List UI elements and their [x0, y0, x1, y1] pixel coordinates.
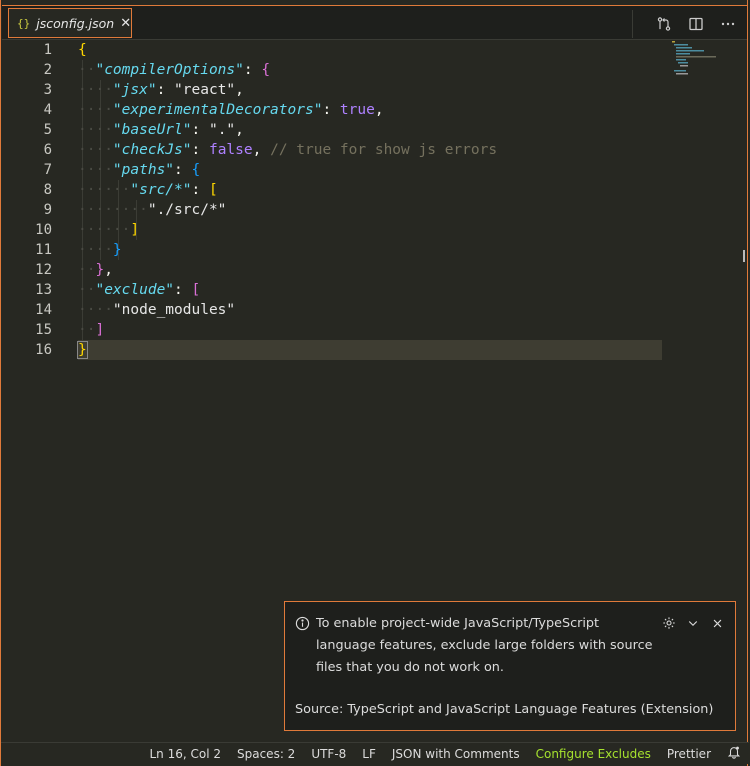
- editor-window: {} jsconfig.json ✕ 1 {2 ··"compilerOpti…: [0, 0, 749, 766]
- notification-source: Source: TypeScript and JavaScript Langua…: [295, 702, 714, 717]
- code-text: ······]: [78, 222, 140, 238]
- line-number: 10: [35, 222, 52, 238]
- code-line: 6 ····"checkJs": false, // true for show…: [2, 140, 747, 160]
- status-bar: Ln 16, Col 2 Spaces: 2 UTF-8 LF JSON wit…: [1, 742, 749, 764]
- code-line: 13 ··"exclude": [: [2, 280, 747, 300]
- code-text: ··"compilerOptions": {: [78, 62, 271, 78]
- line-number: 11: [35, 242, 52, 258]
- code-line: 12 ··},: [2, 260, 747, 280]
- code-line: 9 ········"./src/*": [2, 200, 747, 220]
- code-text: ····"checkJs": false, // true for show j…: [78, 142, 498, 158]
- close-icon[interactable]: [709, 615, 725, 631]
- indentation[interactable]: Spaces: 2: [237, 747, 295, 761]
- gear-icon[interactable]: [661, 615, 677, 631]
- source-control-compare-icon[interactable]: [653, 13, 675, 35]
- code-text: ····"baseUrl": ".",: [78, 122, 244, 138]
- code-text: ····"node_modules": [78, 302, 236, 318]
- line-number: 5: [43, 122, 52, 138]
- line-number: 1: [43, 42, 52, 58]
- code-line: 10 ······]: [2, 220, 747, 240]
- line-number: 9: [43, 202, 52, 218]
- split-editor-icon[interactable]: [685, 13, 707, 35]
- cursor-position[interactable]: Ln 16, Col 2: [149, 747, 221, 761]
- code-line: 2 ··"compilerOptions": {: [2, 60, 747, 80]
- code-line: 16 }: [2, 340, 747, 360]
- code-text: ····"experimentalDecorators": true,: [78, 102, 384, 118]
- line-number: 4: [43, 102, 52, 118]
- code-line: 4 ····"experimentalDecorators": true,: [2, 100, 747, 120]
- code-line: 1 {: [2, 40, 747, 60]
- code-text: ····}: [78, 242, 122, 258]
- notification-toast: To enable project-wide JavaScript/TypeSc…: [284, 601, 736, 731]
- notifications-bell-icon[interactable]: [727, 745, 741, 762]
- code-line: 7 ····"paths": {: [2, 160, 747, 180]
- tab-bar: {} jsconfig.json ✕: [2, 5, 747, 40]
- code-text: ··]: [78, 322, 105, 338]
- language-mode[interactable]: JSON with Comments: [392, 747, 520, 761]
- code-line: 8 ······"src/*": [: [2, 180, 747, 200]
- code-text: ····"paths": {: [78, 162, 201, 178]
- line-number: 8: [43, 182, 52, 198]
- line-number: 14: [35, 302, 52, 318]
- code-text: ········"./src/*": [78, 202, 227, 218]
- more-actions-icon[interactable]: [717, 13, 739, 35]
- code-text: {: [78, 42, 87, 58]
- line-number: 6: [43, 142, 52, 158]
- encoding[interactable]: UTF-8: [311, 747, 346, 761]
- line-number: 2: [43, 62, 52, 78]
- code-line: 5 ····"baseUrl": ".",: [2, 120, 747, 140]
- line-number: 16: [35, 342, 52, 358]
- notification-actions: [653, 615, 725, 631]
- chevron-down-icon[interactable]: [685, 615, 701, 631]
- code-text: }: [77, 341, 88, 359]
- line-number: 12: [35, 262, 52, 278]
- divider: [632, 10, 633, 38]
- line-number: 7: [43, 162, 52, 178]
- close-icon[interactable]: ✕: [120, 16, 131, 31]
- code-text: ····"jsx": "react",: [78, 82, 244, 98]
- code-text: ··},: [78, 262, 113, 278]
- json-file-icon: {}: [17, 16, 31, 30]
- tab-jsconfig[interactable]: {} jsconfig.json ✕: [8, 8, 132, 38]
- end-of-line[interactable]: LF: [362, 747, 376, 761]
- minimap[interactable]: [670, 40, 736, 80]
- code-line: 3 ····"jsx": "react",: [2, 80, 747, 100]
- line-number: 15: [35, 322, 52, 338]
- line-number: 3: [43, 82, 52, 98]
- code-line: 14 ····"node_modules": [2, 300, 747, 320]
- info-icon: [295, 616, 310, 635]
- code-text: ······"src/*": [: [78, 182, 218, 198]
- line-number: 13: [35, 282, 52, 298]
- editor-actions: [632, 10, 739, 38]
- code-line: 11 ····}: [2, 240, 747, 260]
- scrollbar-cursor-marker: [735, 250, 745, 262]
- configure-excludes[interactable]: Configure Excludes: [536, 747, 651, 761]
- code-line: 15 ··]: [2, 320, 747, 340]
- tab-label: jsconfig.json: [36, 15, 115, 31]
- code-text: ··"exclude": [: [78, 282, 201, 298]
- formatter[interactable]: Prettier: [667, 747, 711, 761]
- notification-message: To enable project-wide JavaScript/TypeSc…: [316, 616, 653, 675]
